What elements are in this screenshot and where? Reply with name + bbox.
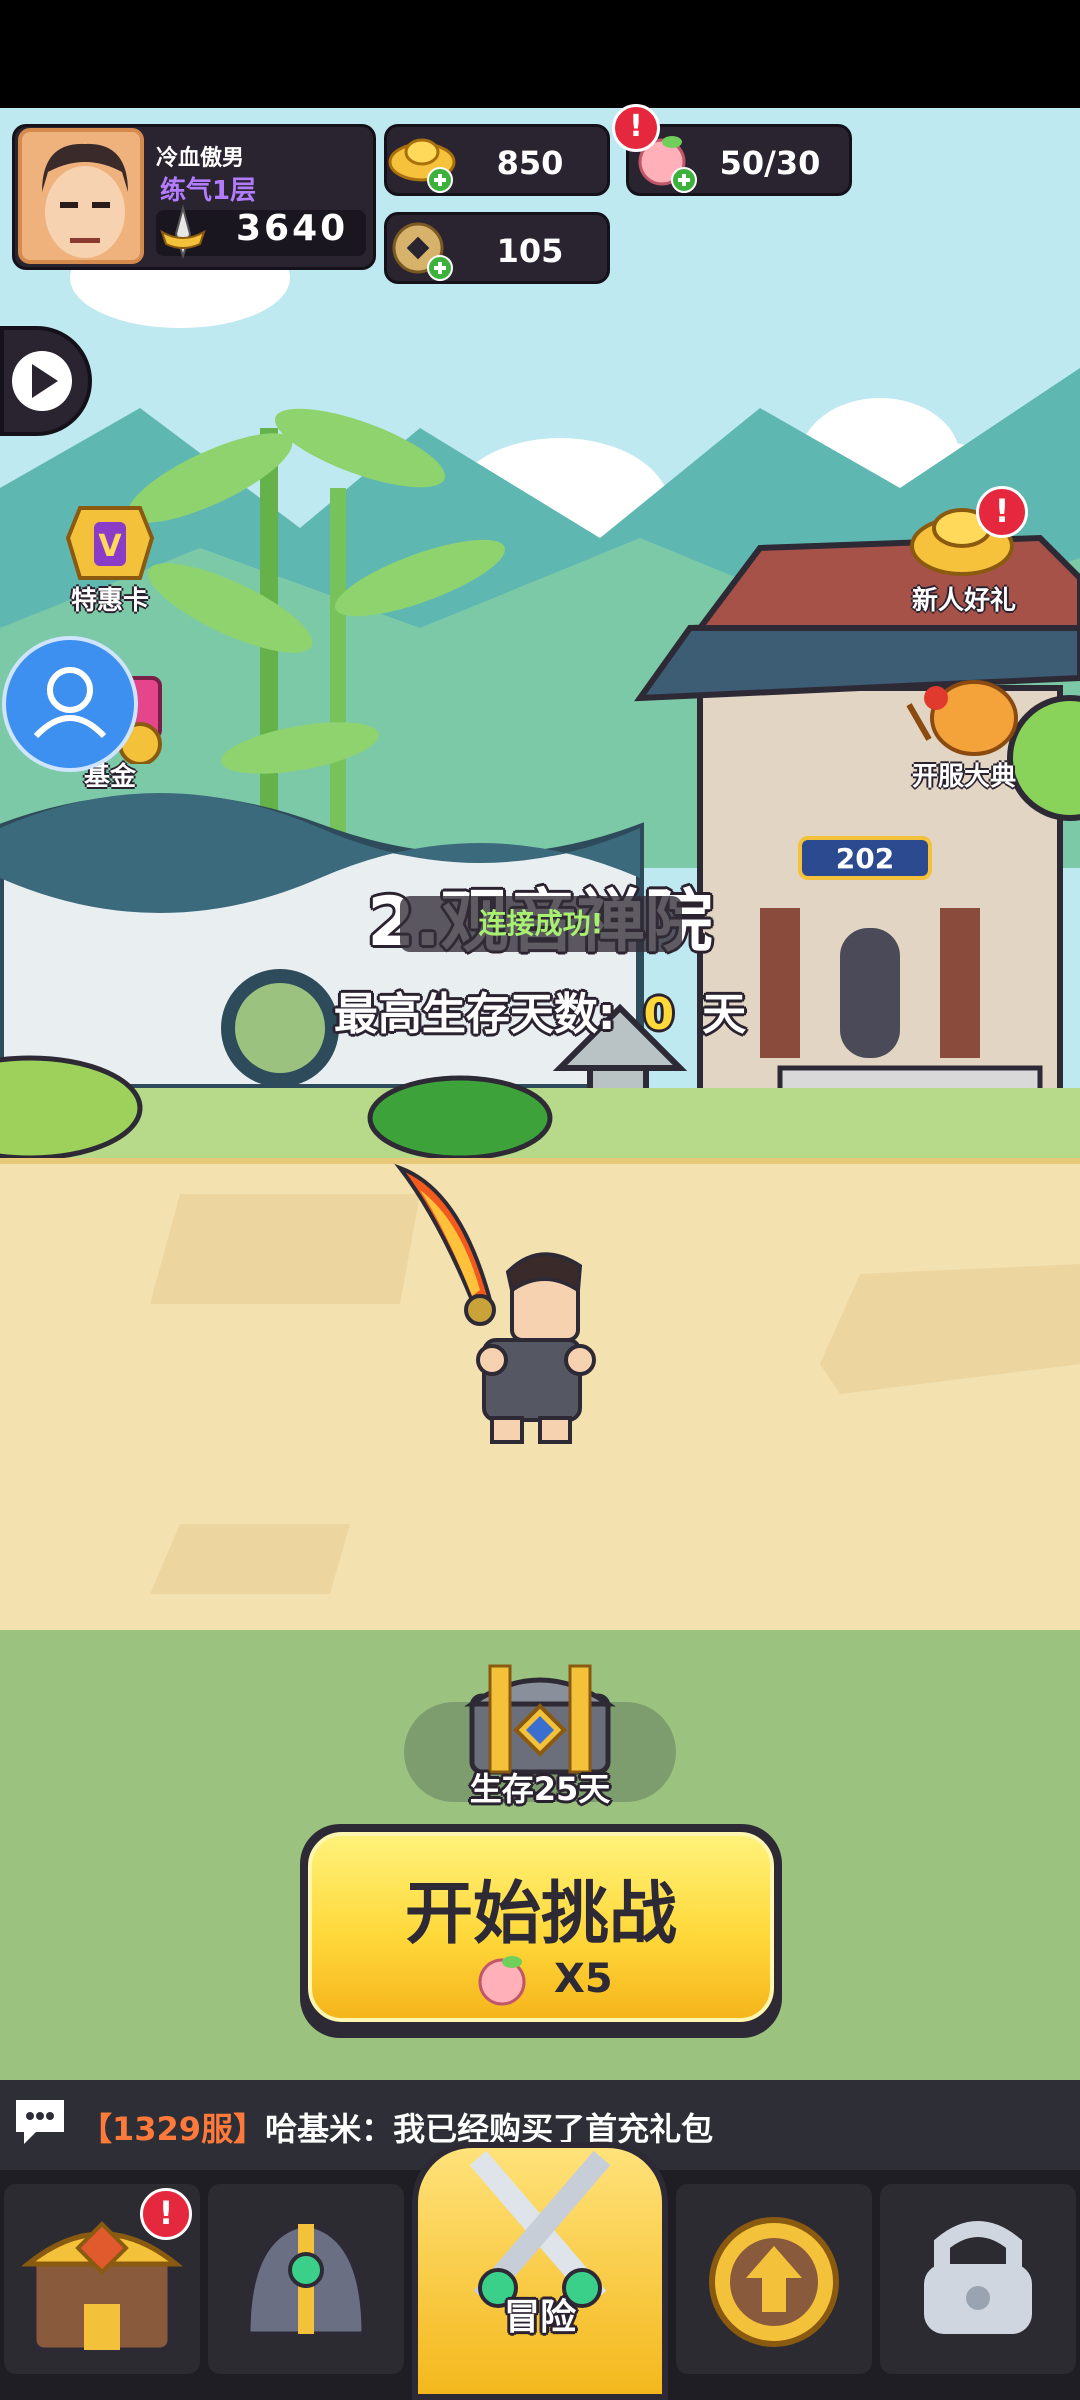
start-challenge-button[interactable]: 开始挑战 X5 [300, 1824, 782, 2038]
best-survival-line: 最高生存天数: 0 天 [0, 978, 1080, 1042]
stamina-alert-badge: ! [612, 104, 660, 152]
nav-locked[interactable] [880, 2184, 1076, 2374]
newbie-gift-label: 新人好礼 [911, 586, 1016, 616]
vip-card-icon: V [65, 506, 155, 580]
best-survival-days: 0 [643, 989, 675, 1040]
copper-coin-icon [392, 222, 453, 281]
chat-server-tag: 【1329服】 [80, 2110, 266, 2148]
avatar[interactable] [18, 128, 144, 264]
status-bar-area [0, 0, 1080, 108]
play-button[interactable] [0, 326, 92, 436]
player-power: 3640 [236, 208, 349, 249]
best-survival-unit: 天 [702, 989, 747, 1040]
svg-text:V: V [98, 529, 122, 564]
best-survival-label: 最高生存天数: [333, 989, 616, 1040]
user-icon [33, 667, 107, 739]
lock-icon [924, 2221, 1032, 2334]
reward-chest-icon[interactable] [460, 1656, 620, 1776]
power-sword-icon [160, 204, 206, 260]
play-icon [12, 351, 72, 411]
game-screen: 202 冷血傲男 练气1层 3640 850 50/30 ! 105 V 特惠卡… [0, 0, 1080, 2400]
nav-adventure[interactable]: 冒险 [412, 2142, 668, 2400]
player-realm: 练气1层 [160, 176, 257, 206]
special-card-label: 特惠卡 [70, 586, 149, 616]
chat-bubble-icon [16, 2100, 64, 2144]
special-card-menu[interactable]: V 特惠卡 [40, 488, 180, 618]
gold-amount: 850 [496, 144, 564, 182]
account-float-button[interactable] [2, 636, 138, 772]
start-button-label: 开始挑战 [404, 1875, 677, 1954]
drum-icon [906, 680, 1018, 756]
coin-amount: 105 [496, 232, 564, 270]
hero-character [394, 1163, 596, 1444]
start-button-cost: X5 [554, 1956, 613, 2002]
peach-cost-icon [478, 1956, 526, 2006]
chest-label: 生存25天 [469, 1770, 611, 1808]
server-celebration-menu[interactable]: 开服大典 [890, 664, 1040, 794]
hero-portrait-icon [22, 132, 140, 260]
nav-adventure-label: 冒险 [503, 2297, 576, 2338]
newbie-gift-badge: ! [976, 486, 1028, 538]
gold-ingot-icon [388, 138, 456, 193]
stamina-amount: 50/30 [719, 144, 821, 182]
player-name: 冷血傲男 [156, 146, 245, 171]
helmet-icon [245, 2221, 367, 2337]
nav-upgrade[interactable] [676, 2184, 872, 2374]
nav-equipment[interactable] [208, 2184, 404, 2374]
nav-shop-badge: ! [140, 2188, 192, 2240]
upgrade-arrow-icon [709, 2217, 839, 2347]
connection-toast: 连接成功! [400, 896, 682, 952]
server-celebration-label: 开服大典 [911, 762, 1016, 792]
